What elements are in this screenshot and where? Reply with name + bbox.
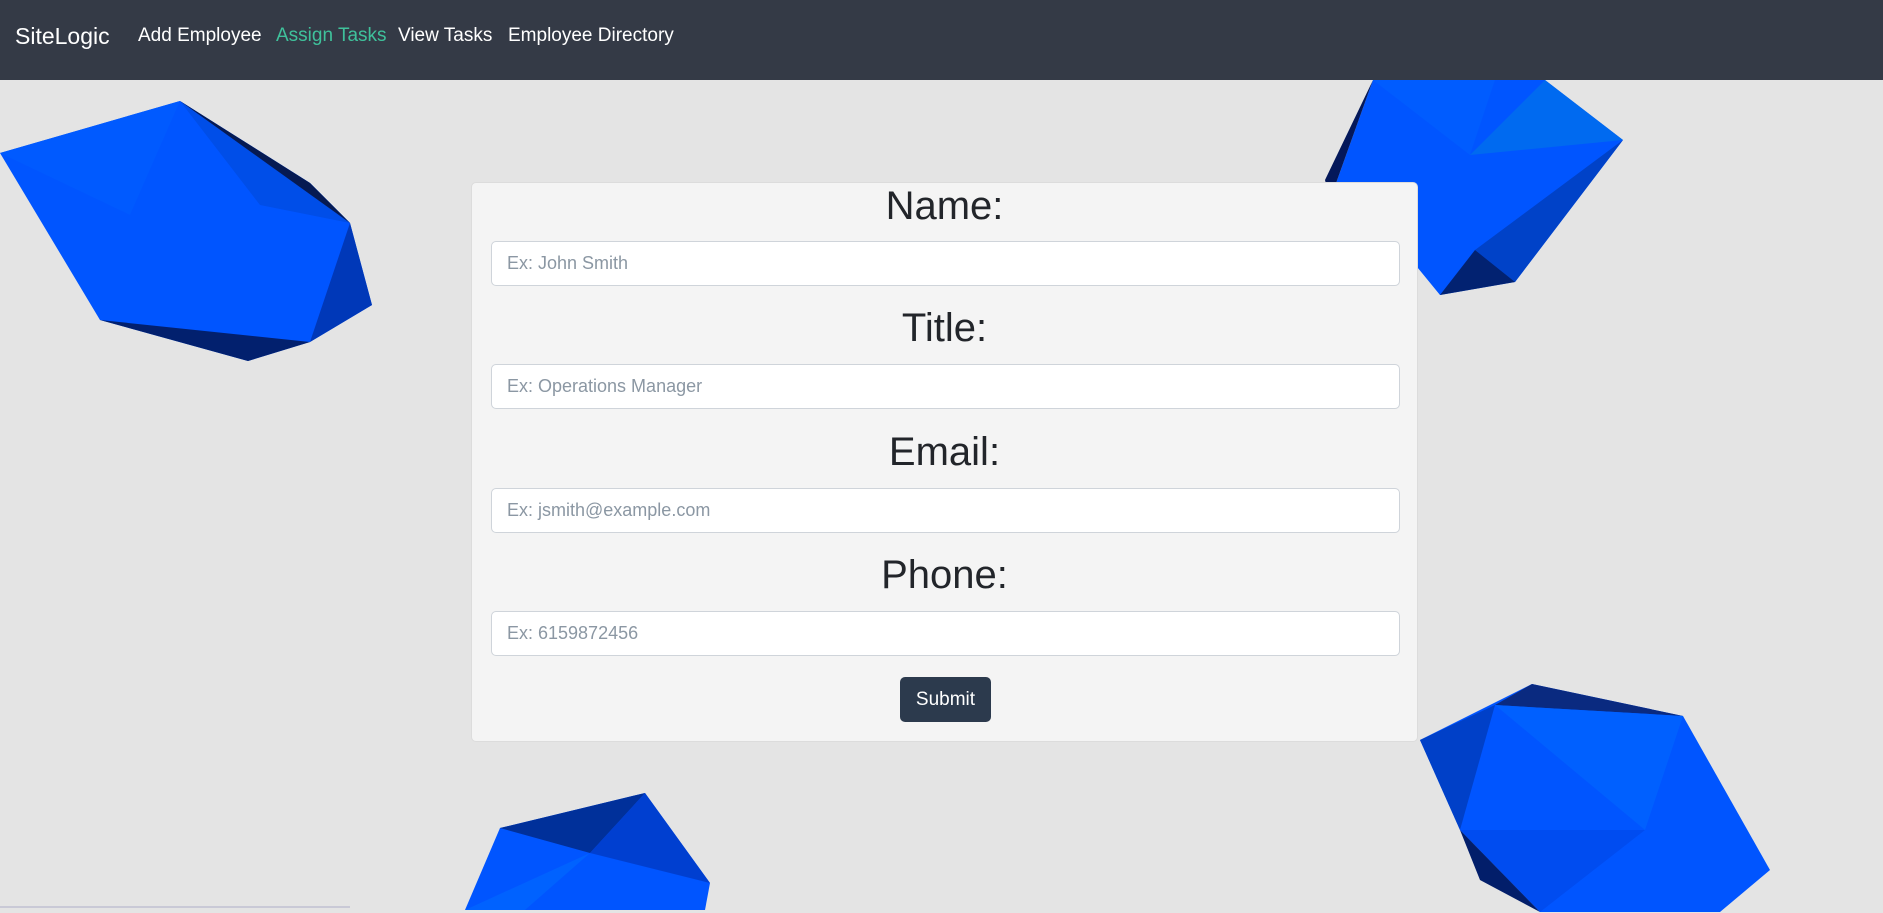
decorative-gem-bottom-center xyxy=(465,793,710,910)
bottom-divider xyxy=(0,906,350,908)
email-label: Email: xyxy=(888,430,1001,474)
nav-view-tasks[interactable]: View Tasks xyxy=(398,23,492,49)
name-label: Name: xyxy=(885,184,1004,228)
nav-add-employee[interactable]: Add Employee xyxy=(138,23,262,49)
employee-form-card: Name: Title: Email: Phone: Submit xyxy=(471,182,1418,742)
name-input[interactable] xyxy=(491,241,1400,286)
brand-logo[interactable]: SiteLogic xyxy=(15,21,110,51)
email-input[interactable] xyxy=(491,488,1400,533)
submit-button[interactable]: Submit xyxy=(900,677,991,722)
nav-assign-tasks[interactable]: Assign Tasks xyxy=(276,23,387,49)
title-label: Title: xyxy=(901,306,988,350)
top-navbar: SiteLogic Add Employee Assign Tasks View… xyxy=(0,0,1883,80)
nav-employee-directory[interactable]: Employee Directory xyxy=(508,23,674,49)
phone-label: Phone: xyxy=(881,553,1008,597)
title-input[interactable] xyxy=(491,364,1400,409)
phone-input[interactable] xyxy=(491,611,1400,656)
decorative-gem-bottom-right xyxy=(1420,684,1770,912)
decorative-gem-top-left xyxy=(0,101,372,361)
